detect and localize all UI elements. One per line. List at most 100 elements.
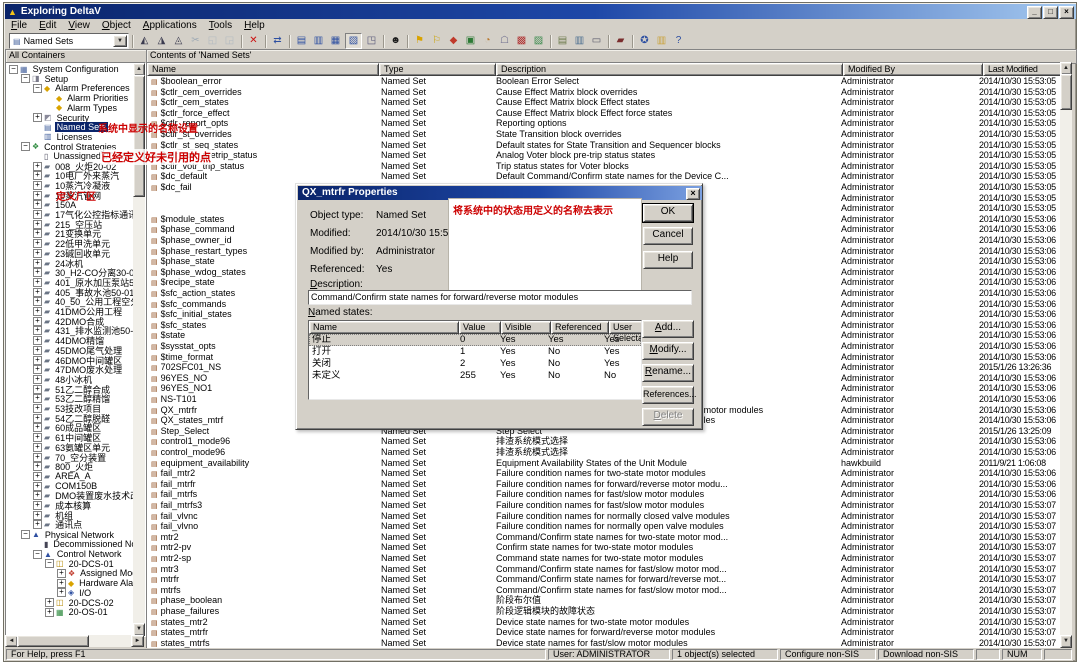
expand-icon[interactable]: + xyxy=(33,365,42,374)
tree-scroll-right-button[interactable]: ► xyxy=(131,635,144,647)
table-row[interactable]: ▤mtr2Named SetCommand/Confirm state name… xyxy=(147,532,1063,543)
collapse-icon[interactable]: − xyxy=(21,530,30,539)
expand-icon[interactable]: + xyxy=(33,394,42,403)
table-row[interactable]: ▤fail_mtrfrNamed SetFailure condition na… xyxy=(147,479,1063,490)
expand-icon[interactable]: + xyxy=(33,268,42,277)
expand-icon[interactable]: + xyxy=(57,569,66,578)
menu-help[interactable]: Help xyxy=(238,20,271,31)
details-view-icon[interactable]: ▧ xyxy=(345,33,362,49)
expand-icon[interactable]: + xyxy=(33,462,42,471)
expand-icon[interactable]: + xyxy=(45,608,54,617)
expand-icon[interactable]: + xyxy=(33,210,42,219)
expand-icon[interactable]: + xyxy=(33,501,42,510)
table-row[interactable]: ▤$ctlr_report_optsNamed SetReporting opt… xyxy=(147,118,1063,129)
expand-icon[interactable]: + xyxy=(33,433,42,442)
table-row[interactable]: ▤$ctlr_st_overridesNamed SetState Transi… xyxy=(147,129,1063,140)
named-state-row[interactable]: 打开1YesNoYes xyxy=(309,346,641,358)
expand-icon[interactable]: + xyxy=(33,200,42,209)
expand-icon[interactable]: + xyxy=(33,356,42,365)
collapse-icon[interactable]: − xyxy=(33,550,42,559)
delete-button[interactable]: Delete xyxy=(642,408,694,426)
tree-item-800-火炬[interactable]: +▰800_火炬 xyxy=(6,462,95,472)
exchange-icon[interactable]: ⇄ xyxy=(270,34,285,48)
table-row[interactable]: ▤mtr2-spNamed SetCommand state names for… xyxy=(147,553,1063,564)
column-header-name[interactable]: Name xyxy=(147,63,379,76)
explore-icon[interactable]: ◭ xyxy=(137,34,152,48)
rename-button[interactable]: Rename... xyxy=(642,364,694,382)
tree-item-assigned-modules[interactable]: +❖Assigned Modules xyxy=(6,568,133,578)
tree-item-20-os-01[interactable]: +▦20-OS-01 xyxy=(6,607,110,617)
status-download-mode[interactable]: Download non-SIS xyxy=(878,649,974,660)
expand-icon[interactable]: + xyxy=(33,181,42,190)
collapse-icon[interactable]: − xyxy=(21,142,30,151)
table-row[interactable]: ▤fail_mtr2Named SetFailure condition nam… xyxy=(147,468,1063,479)
column-header-type[interactable]: Type xyxy=(379,63,496,76)
add-button[interactable]: Add... xyxy=(642,320,694,338)
film-icon[interactable]: ▰ xyxy=(613,34,628,48)
states-column-name[interactable]: Name xyxy=(309,321,459,334)
named-states-table[interactable]: NameValueVisibleReferencedUser Selectabl… xyxy=(308,320,642,400)
expand-icon[interactable]: + xyxy=(33,249,42,258)
table-row[interactable]: ▤$ctlr_force_effectNamed SetCause Effect… xyxy=(147,108,1063,119)
expand-icon[interactable]: + xyxy=(33,317,42,326)
tree-scroll-thumb[interactable] xyxy=(133,75,145,197)
expand-icon[interactable]: + xyxy=(33,443,42,452)
modify-button[interactable]: Modify... xyxy=(642,342,694,360)
collapse-icon[interactable]: − xyxy=(21,74,30,83)
collapse-icon[interactable]: − xyxy=(9,65,18,74)
tree-item-decommissioned-nodes[interactable]: ▮Decommissioned Nodes xyxy=(6,539,133,549)
table-row[interactable]: ▤$dc_defaultNamed SetDefault Command/Con… xyxy=(147,171,1063,182)
table-row[interactable]: ▤$ctlr_cem_statesNamed SetCause Effect M… xyxy=(147,97,1063,108)
description-field[interactable]: Command/Confirm state names for forward/… xyxy=(308,290,692,305)
unassign-icon[interactable]: ◆ xyxy=(446,34,461,48)
table-row[interactable]: ▤mtrfrNamed SetCommand/Confirm state nam… xyxy=(147,574,1063,585)
history-icon[interactable]: ◔ xyxy=(480,34,495,48)
expand-icon[interactable]: + xyxy=(33,520,42,529)
paste-icon[interactable]: ◲ xyxy=(222,34,237,48)
cancel-button[interactable]: Cancel xyxy=(643,227,693,245)
expand-icon[interactable]: + xyxy=(33,453,42,462)
delete-icon[interactable]: ✕ xyxy=(246,34,261,48)
expand-icon[interactable]: + xyxy=(33,404,42,413)
documentation-icon[interactable]: ▥ xyxy=(654,34,669,48)
table-row[interactable]: ▤mtr2-pvNamed SetConfirm state names for… xyxy=(147,542,1063,553)
status-configure-mode[interactable]: Configure non-SIS xyxy=(780,649,876,660)
expand-icon[interactable]: + xyxy=(33,385,42,394)
table-row[interactable]: ▤$boolean_errorNamed SetBoolean Error Se… xyxy=(147,76,1063,87)
expand-icon[interactable]: + xyxy=(57,588,66,597)
table-row[interactable]: ▤mtr3Named SetCommand/Confirm state name… xyxy=(147,564,1063,575)
tree-item-通讯点[interactable]: +▰通讯点 xyxy=(6,520,84,530)
menu-view[interactable]: View xyxy=(62,20,96,31)
table-row[interactable]: ▤states_mtr2Named SetDevice state names … xyxy=(147,617,1063,628)
table-row[interactable]: ▤control_mode96Named Set排渣系统模式选择Administ… xyxy=(147,447,1063,458)
tree-item-security[interactable]: +◩Security xyxy=(6,113,91,123)
expand-icon[interactable]: + xyxy=(33,336,42,345)
menu-file[interactable]: File xyxy=(5,20,33,31)
tree-item-control-network[interactable]: −▲Control Network xyxy=(6,549,123,559)
expand-icon[interactable]: + xyxy=(57,579,66,588)
expand-icon[interactable]: + xyxy=(33,511,42,520)
table-row[interactable]: ▤fail_mtrfs3Named SetFailure condition n… xyxy=(147,500,1063,511)
expand-icon[interactable]: + xyxy=(33,297,42,306)
expand-icon[interactable]: + xyxy=(33,113,42,122)
expand-icon[interactable]: + xyxy=(33,326,42,335)
expand-icon[interactable]: + xyxy=(33,472,42,481)
filter-view-icon[interactable]: ◳ xyxy=(364,34,379,48)
assign-icon[interactable]: ⚐ xyxy=(429,34,444,48)
tree-item-area-a[interactable]: +▰AREA_A xyxy=(6,471,93,481)
tree-item-physical-network[interactable]: −▲Physical Network xyxy=(6,530,116,540)
table-row[interactable]: ▤equipment_availabilityNamed SetEquipmen… xyxy=(147,458,1063,469)
expand-icon[interactable]: + xyxy=(33,239,42,248)
named-state-row[interactable]: 未定义255YesNoNo xyxy=(309,370,641,382)
collapse-icon[interactable]: − xyxy=(45,559,54,568)
tree-horizontal-scrollbar[interactable]: ◄ ► xyxy=(5,635,144,647)
print-icon[interactable]: ▭ xyxy=(589,34,604,48)
alarm-bell-icon[interactable]: ⚑ xyxy=(412,34,427,48)
batch-list-icon[interactable]: ▤ xyxy=(555,34,570,48)
tree-item-named-sets[interactable]: ▤Named Sets xyxy=(6,122,108,132)
copy-icon[interactable]: ◱ xyxy=(205,34,220,48)
tree-item-hardware-alarms[interactable]: +◆Hardware Alarms xyxy=(6,578,133,588)
table-row[interactable]: ▤$ctlr_cem_overridesNamed SetCause Effec… xyxy=(147,87,1063,98)
table-row[interactable]: ▤phase_booleanNamed Set阶段布尔值Administrato… xyxy=(147,595,1063,606)
tree-item-alarm-preferences[interactable]: −◆Alarm Preferences xyxy=(6,83,132,93)
